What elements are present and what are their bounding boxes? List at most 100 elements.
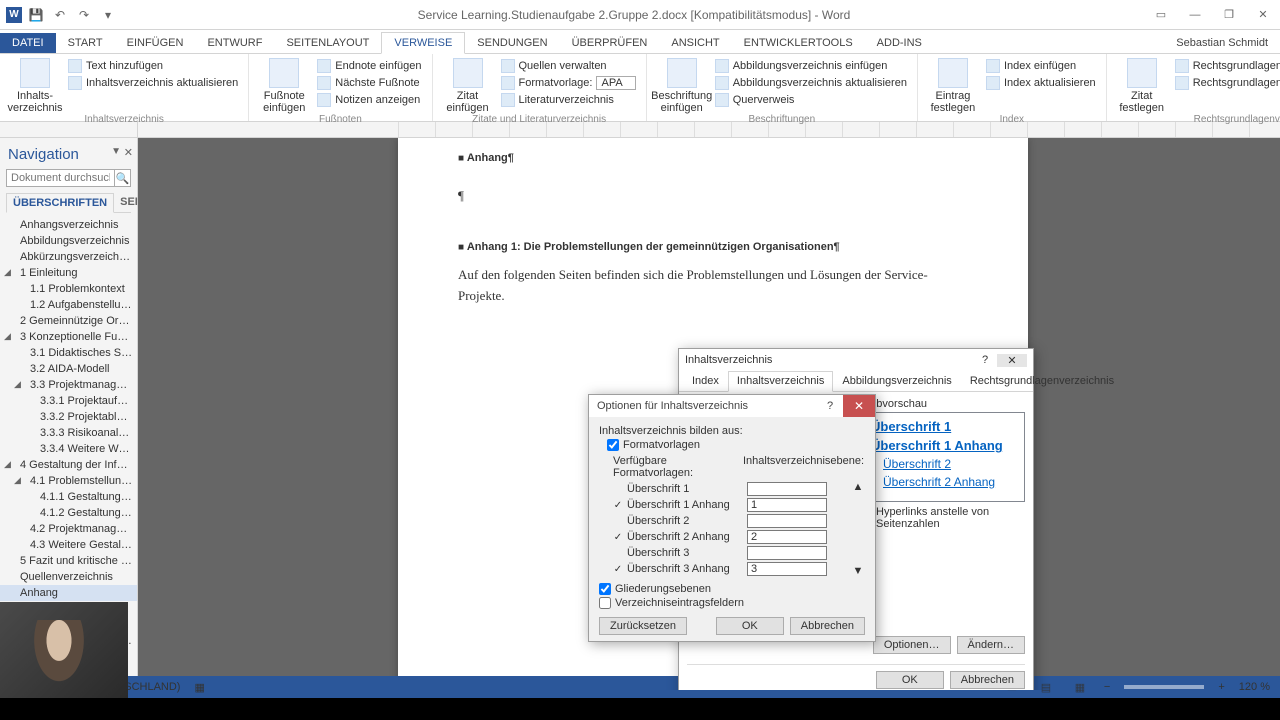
level-input[interactable]	[747, 482, 827, 496]
dialog2-close-icon[interactable]: ✕	[843, 395, 875, 417]
nav-item[interactable]: ◢1 Einleitung	[0, 265, 137, 281]
nav-item[interactable]: Quellenverzeichnis	[0, 569, 137, 585]
redo-icon[interactable]: ↷	[74, 5, 94, 25]
dialog-help-icon[interactable]: ?	[973, 354, 997, 366]
update-toc-button[interactable]: Inhaltsverzeichnis aktualisieren	[66, 75, 240, 91]
next-footnote-button[interactable]: Nächste Fußnote	[315, 75, 423, 91]
zoom-out-icon[interactable]: −	[1104, 681, 1110, 693]
minimize-icon[interactable]: —	[1178, 4, 1212, 26]
zoom-slider[interactable]	[1124, 685, 1204, 689]
style-select[interactable]: Formatvorlage: APA	[499, 75, 638, 91]
qat-more-icon[interactable]: ▾	[98, 5, 118, 25]
update-figures-button[interactable]: Abbildungsverzeichnis aktualisieren	[713, 75, 909, 91]
nav-item[interactable]: Abkürzungsverzeichnis	[0, 249, 137, 265]
mark-citation-button[interactable]: Zitatfestlegen	[1115, 56, 1169, 114]
scroll-up-icon[interactable]: ▲	[853, 481, 864, 493]
cancel-button-2[interactable]: Abbrechen	[790, 617, 865, 635]
styles-checkbox[interactable]: Formatvorlagen	[607, 439, 865, 451]
nav-dropdown-icon[interactable]: ▼	[111, 146, 121, 157]
insert-authorities-button[interactable]: Rechtsgrundlagenverzeichnis einfügen	[1173, 58, 1280, 74]
web-layout-icon[interactable]: ▦	[1070, 681, 1090, 694]
nav-item[interactable]: 5 Fazit und kritische Refl…	[0, 553, 137, 569]
save-icon[interactable]: 💾	[26, 5, 46, 25]
footnote-button[interactable]: Fußnoteeinfügen	[257, 56, 311, 114]
nav-tab-headings[interactable]: ÜBERSCHRIFTEN	[6, 193, 114, 213]
nav-item[interactable]: 4.3 Weitere Gestaltun…	[0, 537, 137, 553]
level-input[interactable]	[747, 514, 827, 528]
dlg-tab-index[interactable]: Index	[683, 371, 728, 391]
ok-button[interactable]: OK	[876, 671, 944, 689]
nav-item[interactable]: 1.2 Aufgabenstellung…	[0, 297, 137, 313]
update-authorities-button[interactable]: Rechtsgrundlagenverzeichnis aktualisiere…	[1173, 75, 1280, 91]
tab-verweise[interactable]: VERWEISE	[381, 32, 465, 54]
level-input[interactable]	[747, 546, 827, 560]
nav-item[interactable]: 3.3.3 Risikoanalyse	[0, 425, 137, 441]
nav-item[interactable]: 3.3.4 Weitere Werk…	[0, 441, 137, 457]
tab-start[interactable]: START	[56, 33, 115, 53]
tab-entwicklertools[interactable]: ENTWICKLERTOOLS	[732, 33, 865, 53]
dlg-tab-toc[interactable]: Inhaltsverzeichnis	[728, 371, 833, 392]
modify-button[interactable]: Ändern…	[957, 636, 1025, 654]
tab-entwurf[interactable]: ENTWURF	[195, 33, 274, 53]
nav-item[interactable]: ◢3.3 Projektmanagem…	[0, 377, 137, 393]
nav-item[interactable]: 1.1 Problemkontext	[0, 281, 137, 297]
tab-datei[interactable]: DATEI	[0, 33, 56, 53]
nav-item[interactable]: Anhang	[0, 585, 137, 601]
nav-item[interactable]: ◢4.1 Problemstellunge…	[0, 473, 137, 489]
tab-ansicht[interactable]: ANSICHT	[659, 33, 731, 53]
update-index-button[interactable]: Index aktualisieren	[984, 75, 1098, 91]
nav-item[interactable]: 4.1.2 Gestaltung n…	[0, 505, 137, 521]
level-input[interactable]	[747, 498, 827, 512]
nav-item[interactable]: 3.2 AIDA-Modell	[0, 361, 137, 377]
zoom-level[interactable]: 120 %	[1239, 681, 1270, 693]
nav-item[interactable]: ◢3 Konzeptionelle Fundier…	[0, 329, 137, 345]
add-text-button[interactable]: Text hinzufügen	[66, 58, 240, 74]
nav-item[interactable]: 3.3.1 Projektaufba…	[0, 393, 137, 409]
insert-figures-button[interactable]: Abbildungsverzeichnis einfügen	[713, 58, 909, 74]
tab-addins[interactable]: ADD-INS	[865, 33, 934, 53]
toc-button[interactable]: Inhalts-verzeichnis	[8, 56, 62, 114]
crossref-button[interactable]: Querverweis	[713, 92, 909, 108]
account-name[interactable]: Sebastian Schmidt	[1164, 33, 1280, 53]
hyperlinks-checkbox[interactable]: Hyperlinks anstelle von Seitenzahlen	[860, 506, 1025, 530]
nav-item[interactable]: Anhangsverzeichnis	[0, 217, 137, 233]
dialog2-help-icon[interactable]: ?	[817, 400, 843, 412]
cancel-button[interactable]: Abbrechen	[950, 671, 1025, 689]
dlg-tab-authorities[interactable]: Rechtsgrundlagenverzeichnis	[961, 371, 1123, 391]
macro-icon[interactable]: ▦	[194, 681, 204, 694]
zoom-in-icon[interactable]: +	[1218, 681, 1224, 693]
nav-item[interactable]: 2 Gemeinnützige Organi…	[0, 313, 137, 329]
manage-sources-button[interactable]: Quellen verwalten	[499, 58, 638, 74]
scroll-down-icon[interactable]: ▼	[853, 565, 864, 577]
nav-item[interactable]: Abbildungsverzeichnis	[0, 233, 137, 249]
nav-close-icon[interactable]: ✕	[124, 146, 133, 159]
fields-checkbox[interactable]: Verzeichniseintragsfeldern	[599, 597, 865, 609]
bibliography-button[interactable]: Literaturverzeichnis	[499, 92, 638, 108]
mark-entry-button[interactable]: Eintragfestlegen	[926, 56, 980, 114]
outline-checkbox[interactable]: Gliederungsebenen	[599, 583, 865, 595]
maximize-icon[interactable]: ❐	[1212, 4, 1246, 26]
print-layout-icon[interactable]: ▤	[1036, 681, 1056, 694]
document-area[interactable]: ■ Anhang¶ ¶ ■ Anhang 1: Die Problemstell…	[138, 138, 1280, 690]
nav-item[interactable]: 4.2 Projektmanagem…	[0, 521, 137, 537]
undo-icon[interactable]: ↶	[50, 5, 70, 25]
nav-item[interactable]: 3.1 Didaktisches Struk…	[0, 345, 137, 361]
show-notes-button[interactable]: Notizen anzeigen	[315, 92, 423, 108]
ok-button-2[interactable]: OK	[716, 617, 784, 635]
endnote-button[interactable]: Endnote einfügen	[315, 58, 423, 74]
tab-seitenlayout[interactable]: SEITENLAYOUT	[274, 33, 381, 53]
nav-item[interactable]: 3.3.2 Projektablauf…	[0, 409, 137, 425]
reset-button[interactable]: Zurücksetzen	[599, 617, 687, 635]
close-icon[interactable]: ✕	[1246, 4, 1280, 26]
nav-item[interactable]: ◢4 Gestaltung der Inform…	[0, 457, 137, 473]
ribbon-options-icon[interactable]: ▭	[1144, 4, 1178, 26]
citation-button[interactable]: Zitateinfügen	[441, 56, 495, 114]
search-icon[interactable]: 🔍	[115, 169, 131, 187]
options-button[interactable]: Optionen…	[873, 636, 951, 654]
insert-index-button[interactable]: Index einfügen	[984, 58, 1098, 74]
search-input[interactable]	[6, 169, 115, 187]
dialog-close-icon[interactable]: ✕	[997, 354, 1027, 367]
tab-einfuegen[interactable]: EINFÜGEN	[115, 33, 196, 53]
level-input[interactable]	[747, 530, 827, 544]
caption-button[interactable]: Beschriftungeinfügen	[655, 56, 709, 114]
